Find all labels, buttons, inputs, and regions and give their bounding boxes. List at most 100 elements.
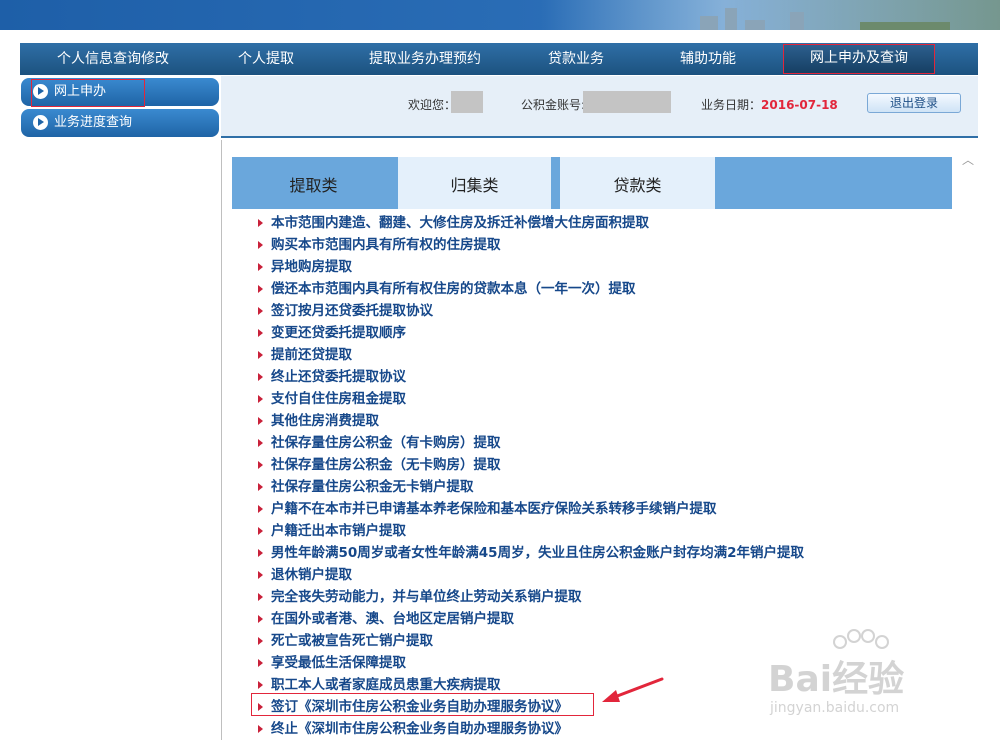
list-item[interactable]: 签订按月还贷委托提取协议 (257, 300, 957, 322)
list-item-label: 购买本市范围内具有所有权的住房提取 (271, 237, 501, 253)
list-item-label: 偿还本市范围内具有所有权住房的贷款本息（一年一次）提取 (271, 281, 636, 297)
nav-auxiliary[interactable]: 辅助功能 (660, 43, 756, 75)
bullet-triangle-icon (258, 329, 263, 337)
nav-withdraw-appointment[interactable]: 提取业务办理预约 (350, 43, 500, 75)
list-item-label: 变更还贷委托提取顺序 (271, 325, 406, 341)
list-item-label: 户籍迁出本市销户提取 (271, 523, 406, 539)
user-info-bar: 欢迎您： 公积金账号: 业务日期：2016-07-18 退出登录 (221, 76, 978, 138)
bullet-triangle-icon (258, 461, 263, 469)
logout-button[interactable]: 退出登录 (867, 93, 961, 113)
bullet-triangle-icon (258, 219, 263, 227)
bullet-triangle-icon (258, 637, 263, 645)
list-item-label: 社保存量住房公积金（有卡购房）提取 (271, 435, 501, 451)
bullet-triangle-icon (258, 439, 263, 447)
bullet-triangle-icon (258, 725, 263, 733)
bullet-triangle-icon (258, 351, 263, 359)
list-item-label: 本市范围内建造、翻建、大修住房及拆迁补偿增大住房面积提取 (271, 215, 649, 231)
list-item[interactable]: 其他住房消费提取 (257, 410, 957, 432)
bullet-triangle-icon (258, 307, 263, 315)
list-item-terminate-agreement[interactable]: 终止《深圳市住房公积金业务自助办理服务协议》 (257, 718, 957, 740)
list-item[interactable]: 偿还本市范围内具有所有权住房的贷款本息（一年一次）提取 (257, 278, 957, 300)
list-item-label: 在国外或者港、澳、台地区定居销户提取 (271, 611, 514, 627)
list-item-label: 死亡或被宣告死亡销户提取 (271, 633, 433, 649)
bullet-triangle-icon (258, 395, 263, 403)
list-item-label: 异地购房提取 (271, 259, 352, 275)
list-item-label: 享受最低生活保障提取 (271, 655, 406, 671)
list-item[interactable]: 完全丧失劳动能力，并与单位终止劳动关系销户提取 (257, 586, 957, 608)
nav-loan[interactable]: 贷款业务 (528, 43, 624, 75)
banner-building (700, 16, 718, 30)
tab-loan[interactable]: 贷款类 (560, 157, 715, 209)
business-date-label: 业务日期：2016-07-18 (701, 96, 838, 113)
list-item[interactable]: 社保存量住房公积金（无卡购房）提取 (257, 454, 957, 476)
list-item-label: 签订按月还贷委托提取协议 (271, 303, 433, 319)
list-item[interactable]: 户籍不在本市并已申请基本养老保险和基本医疗保险关系转移手续销户提取 (257, 498, 957, 520)
banner-building (725, 8, 737, 30)
account-label: 公积金账号: (521, 98, 586, 112)
list-item-label: 支付自住住房租金提取 (271, 391, 406, 407)
redacted-name (451, 91, 483, 113)
list-item[interactable]: 社保存量住房公积金无卡销户提取 (257, 476, 957, 498)
top-banner (0, 0, 1000, 30)
watermark-brand: Bai经验 (768, 659, 905, 700)
arrow-circle-icon (33, 115, 48, 130)
list-item[interactable]: 购买本市范围内具有所有权的住房提取 (257, 234, 957, 256)
nav-online-apply[interactable]: 网上申办及查询 (783, 44, 935, 74)
list-item-label: 完全丧失劳动能力，并与单位终止劳动关系销户提取 (271, 589, 582, 605)
list-item-label: 退休销户提取 (271, 567, 352, 583)
bullet-triangle-icon (258, 681, 263, 689)
bullet-triangle-icon (258, 285, 263, 293)
list-item-label: 社保存量住房公积金无卡销户提取 (271, 479, 474, 495)
list-item[interactable]: 社保存量住房公积金（有卡购房）提取 (257, 432, 957, 454)
nav-personal-withdraw[interactable]: 个人提取 (218, 43, 314, 75)
list-item[interactable]: 变更还贷委托提取顺序 (257, 322, 957, 344)
bullet-triangle-icon (258, 263, 263, 271)
bullet-triangle-icon (258, 417, 263, 425)
scroll-up-icon[interactable]: ︿ (960, 152, 976, 168)
list-item[interactable]: 本市范围内建造、翻建、大修住房及拆迁补偿增大住房面积提取 (257, 212, 957, 234)
bullet-triangle-icon (258, 615, 263, 623)
list-item[interactable]: 在国外或者港、澳、台地区定居销户提取 (257, 608, 957, 630)
tab-withdraw[interactable]: 提取类 (232, 157, 395, 209)
bullet-triangle-icon (258, 527, 263, 535)
banner-building (745, 20, 765, 30)
banner-trees (860, 22, 950, 30)
sidebar-item-label: 业务进度查询 (54, 115, 133, 130)
list-item-label: 其他住房消费提取 (271, 413, 379, 429)
list-item-label: 男性年龄满50周岁或者女性年龄满45周岁，失业且住房公积金账户封存均满2年销户提… (271, 545, 804, 561)
list-item[interactable]: 退休销户提取 (257, 564, 957, 586)
banner-building (790, 12, 804, 30)
bullet-triangle-icon (258, 593, 263, 601)
sidebar-item-progress-query[interactable]: 业务进度查询 (21, 109, 219, 137)
business-date-label-text: 业务日期： (701, 98, 762, 112)
annotation-arrow-icon (602, 677, 664, 702)
bullet-triangle-icon (258, 659, 263, 667)
nav-personal-info[interactable]: 个人信息查询修改 (38, 43, 188, 75)
welcome-label: 欢迎您： (408, 98, 457, 112)
list-item-label: 提前还贷提取 (271, 347, 352, 363)
bullet-triangle-icon (258, 549, 263, 557)
list-item[interactable]: 终止还贷委托提取协议 (257, 366, 957, 388)
list-item-label: 户籍不在本市并已申请基本养老保险和基本医疗保险关系转移手续销户提取 (271, 501, 717, 517)
list-item-label: 社保存量住房公积金（无卡购房）提取 (271, 457, 501, 473)
list-item[interactable]: 男性年龄满50周岁或者女性年龄满45周岁，失业且住房公积金账户封存均满2年销户提… (257, 542, 957, 564)
business-date-value: 2016-07-18 (761, 98, 838, 112)
list-item-label: 终止还贷委托提取协议 (271, 369, 406, 385)
watermark-url: jingyan.baidu.com (770, 700, 900, 716)
tab-collection[interactable]: 归集类 (398, 157, 551, 209)
bullet-triangle-icon (258, 373, 263, 381)
list-item[interactable]: 户籍迁出本市销户提取 (257, 520, 957, 542)
bullet-triangle-icon (258, 571, 263, 579)
top-nav: 个人信息查询修改 个人提取 提取业务办理预约 贷款业务 辅助功能 网上申办及查询 (20, 43, 978, 75)
list-item[interactable]: 支付自住住房租金提取 (257, 388, 957, 410)
bullet-triangle-icon (258, 483, 263, 491)
list-item[interactable]: 异地购房提取 (257, 256, 957, 278)
redacted-account (583, 91, 671, 113)
highlight-box-agreement (251, 693, 594, 716)
list-item[interactable]: 提前还贷提取 (257, 344, 957, 366)
list-item-label: 终止《深圳市住房公积金业务自助办理服务协议》 (271, 721, 568, 737)
list-item-label: 职工本人或者家庭成员患重大疾病提取 (271, 677, 501, 693)
category-tabs: 提取类 归集类 贷款类 (232, 157, 952, 209)
bullet-triangle-icon (258, 241, 263, 249)
bullet-triangle-icon (258, 505, 263, 513)
